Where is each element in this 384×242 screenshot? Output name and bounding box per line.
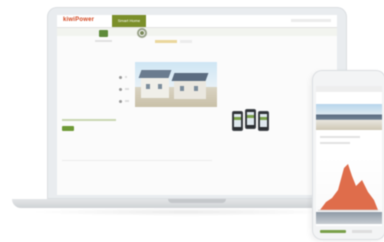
phone-footer-accent[interactable]	[320, 230, 346, 233]
mini-phone-image	[245, 109, 256, 129]
cta-headline	[62, 119, 116, 121]
secondary-label	[180, 40, 192, 43]
chart-area-shape	[320, 164, 378, 210]
laptop-notch	[168, 199, 226, 203]
list-bullet	[119, 100, 122, 103]
brand-logo: kiwiPower	[63, 17, 95, 23]
house-roof	[138, 70, 172, 78]
house-roof	[171, 73, 209, 81]
list-item-text	[125, 100, 129, 102]
list-item-text	[125, 88, 129, 90]
footer-divider	[62, 160, 212, 161]
circle-badge-dot	[140, 31, 144, 35]
nav-tab[interactable]: Smart Home	[112, 15, 146, 27]
phone-footer-text	[352, 230, 372, 233]
phone-status-bar	[316, 86, 382, 92]
phone-house-photo	[316, 104, 382, 130]
house-window	[194, 86, 198, 91]
chart-baseline	[318, 210, 378, 211]
mini-phone-image	[258, 111, 269, 131]
leaf-tile-icon[interactable]	[99, 30, 108, 37]
house-window	[180, 86, 184, 91]
site-header: kiwiPower Smart Home	[57, 15, 337, 28]
tile-label	[95, 40, 112, 42]
list-item-text	[125, 76, 127, 78]
header-links[interactable]	[291, 19, 331, 22]
house-window	[158, 84, 162, 89]
list-bullet	[119, 76, 122, 79]
house-window	[146, 84, 150, 89]
laptop-shadow	[30, 208, 342, 216]
device-mockup-scene: kiwiPower Smart Home	[0, 0, 384, 242]
phone-bottom-panel	[316, 212, 382, 224]
mini-phone-image	[232, 111, 243, 131]
list-bullet	[119, 88, 122, 91]
highlight-label	[155, 40, 177, 43]
phone-energy-chart	[318, 164, 380, 211]
house-wall	[174, 81, 206, 99]
cta-button[interactable]	[62, 126, 74, 131]
phone-screen	[316, 86, 382, 226]
phone-text-line	[320, 142, 350, 144]
phone-text-line	[320, 136, 360, 138]
